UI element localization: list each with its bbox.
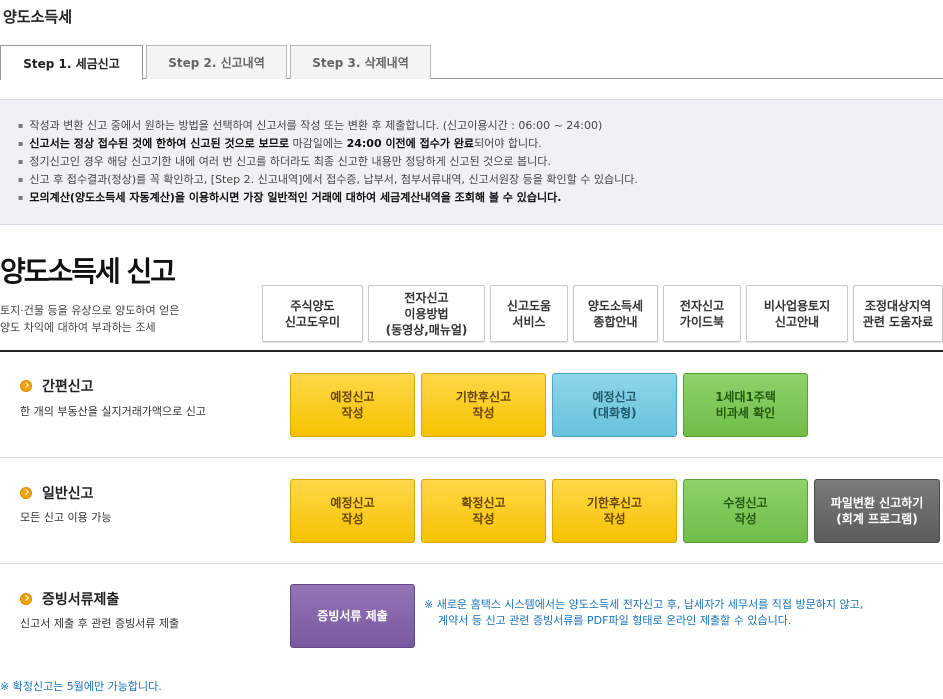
general-preliminary-filing-button[interactable]: 예정신고 작성	[290, 479, 415, 543]
evidence-submission-title: 증빙서류제출	[20, 589, 119, 609]
general-late-filing-button[interactable]: 기한후신고 작성	[552, 479, 677, 543]
general-filing-desc: 모든 신고 이용 가능	[20, 511, 112, 524]
tab-step2-filing-history[interactable]: Step 2. 신고내역	[146, 45, 287, 79]
check-bullet-icon	[20, 380, 32, 392]
evidence-submit-button[interactable]: 증빙서류 제출	[290, 584, 415, 648]
general-filing-title: 일반신고	[20, 483, 94, 503]
one-house-exemption-check-button[interactable]: 1세대1주택 비과세 확인	[683, 373, 808, 437]
quick-link-stock-transfer-helper[interactable]: 주식양도 신고도우미	[262, 285, 363, 342]
notice-item: 작성과 변환 신고 중에서 원하는 방법을 선택하여 신고서를 작성 또는 변환…	[18, 117, 943, 135]
check-bullet-icon	[20, 487, 32, 499]
simple-late-filing-button[interactable]: 기한후신고 작성	[421, 373, 546, 437]
evidence-note: ※ 새로운 홈택스 시스템에서는 양도소득세 전자신고 후, 납세자가 세무서를…	[424, 598, 864, 627]
simple-filing-desc: 한 개의 부동산을 실지거래가액으로 신고	[20, 405, 207, 418]
general-amended-filing-button[interactable]: 수정신고 작성	[683, 479, 808, 543]
divider	[0, 563, 943, 564]
quick-link-adjusted-area-resources[interactable]: 조정대상지역 관련 도움자료	[853, 285, 943, 342]
quick-link-capital-gains-overview[interactable]: 양도소득세 종합안내	[573, 285, 658, 342]
evidence-submission-desc: 신고서 제출 후 관련 증빙서류 제출	[20, 617, 180, 630]
check-bullet-icon	[20, 593, 32, 605]
divider	[0, 350, 943, 352]
section-main-title: 양도소득세 신고	[0, 255, 176, 288]
page-title: 양도소득세	[3, 8, 73, 26]
quick-link-e-filing-guidebook[interactable]: 전자신고 가이드북	[663, 285, 741, 342]
notice-item: 모의계산(양도소득세 자동계산)을 이용하시면 가장 일반적인 거래에 대하여 …	[18, 189, 943, 207]
tab-step1-tax-filing[interactable]: Step 1. 세금신고	[0, 45, 143, 80]
step-tabs: Step 1. 세금신고 Step 2. 신고내역 Step 3. 삭제내역	[0, 45, 943, 80]
divider	[0, 457, 943, 458]
notice-item: 신고서는 정상 접수된 것에 한하여 신고된 것으로 보므로 마감일에는 24:…	[18, 135, 943, 153]
simple-interactive-preliminary-button[interactable]: 예정신고 (대화형)	[552, 373, 677, 437]
main-description: 토지·건물 등을 유상으로 양도하여 얻은 양도 차익에 대하여 부과하는 조세	[0, 304, 180, 334]
simple-preliminary-filing-button[interactable]: 예정신고 작성	[290, 373, 415, 437]
tab-step3-deletion-history[interactable]: Step 3. 삭제내역	[290, 45, 431, 79]
notice-item: 정기신고인 경우 해당 신고기한 내에 여러 번 신고를 하더라도 최종 신고한…	[18, 153, 943, 171]
quick-link-non-business-land[interactable]: 비사업용토지 신고안내	[746, 285, 848, 342]
file-conversion-filing-button[interactable]: 파일변환 신고하기 (회계 프로그램)	[814, 479, 940, 543]
general-final-filing-button[interactable]: 확정신고 작성	[421, 479, 546, 543]
quick-link-filing-help-service[interactable]: 신고도움 서비스	[490, 285, 568, 342]
notice-item: 신고 후 접수결과(정상)를 꼭 확인하고, [Step 2. 신고내역]에서 …	[18, 171, 943, 189]
notice-box: 작성과 변환 신고 중에서 원하는 방법을 선택하여 신고서를 작성 또는 변환…	[0, 99, 943, 225]
simple-filing-title: 간편신고	[20, 376, 94, 396]
final-filing-note: ※ 확정신고는 5월에만 가능합니다.	[0, 680, 162, 693]
quick-link-e-filing-guide[interactable]: 전자신고 이용방법 (동영상,매뉴얼)	[368, 285, 485, 342]
